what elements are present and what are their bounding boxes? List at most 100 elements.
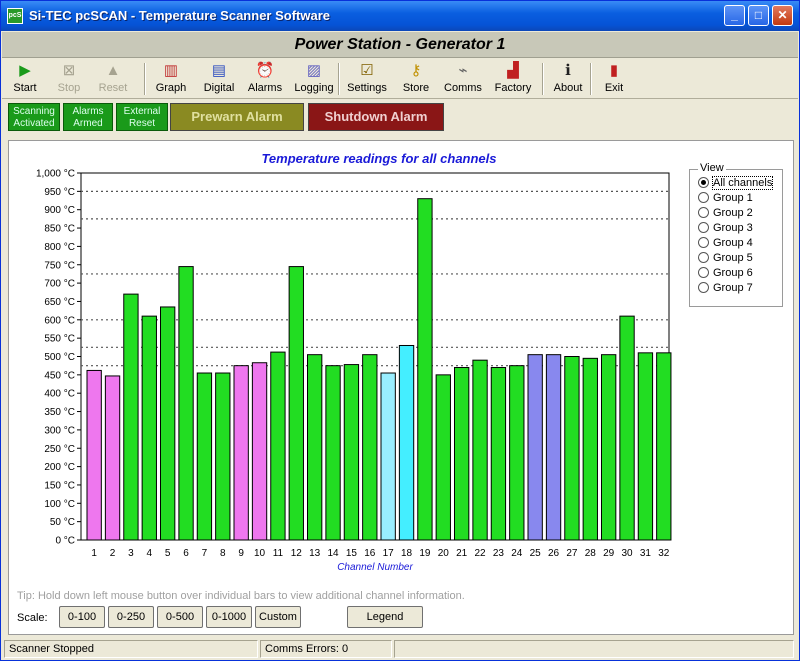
toolbar-label: About: [553, 82, 583, 94]
alarm-clock-icon: ⏰: [255, 62, 275, 79]
toolbar-comms-button[interactable]: ⌁ Comms: [441, 61, 485, 97]
x-tick-label: 4: [147, 548, 153, 559]
radio-button-icon[interactable]: [698, 207, 709, 218]
info-icon: ℹ: [565, 62, 571, 79]
toolbar-about-button[interactable]: ℹ About: [548, 61, 588, 97]
bar-channel-17: [380, 372, 396, 541]
minimize-button[interactable]: _: [724, 5, 745, 26]
bar-channel-29: [601, 354, 617, 541]
x-tick-label: 5: [165, 548, 171, 559]
bar-channel-20: [435, 374, 451, 541]
y-tick-label: 700 °C: [44, 279, 75, 290]
y-tick-label: 350 °C: [44, 407, 75, 418]
chart-title: Temperature readings for all channels: [261, 151, 497, 166]
toolbar-exit-button[interactable]: ▮ Exit: [597, 61, 631, 97]
bar-channel-12: [288, 266, 304, 541]
app-icon[interactable]: pcS: [7, 8, 23, 24]
settings-icon: ☑: [360, 62, 374, 79]
maximize-button[interactable]: □: [748, 5, 769, 26]
toolbar-label: Start: [13, 82, 37, 94]
x-tick-label: 3: [128, 548, 134, 559]
toolbar-label: Store: [402, 82, 430, 94]
external-reset-indicator: External Reset: [116, 103, 168, 131]
view-option-all-channels[interactable]: All channels: [698, 176, 774, 192]
x-tick-label: 25: [530, 548, 542, 559]
toolbar-settings-button[interactable]: ☑ Settings: [344, 61, 390, 97]
radio-button-icon[interactable]: [698, 222, 709, 233]
bar-channel-32: [656, 352, 672, 541]
status-bar: Scanner Stopped Comms Errors: 0: [2, 638, 798, 660]
close-button[interactable]: ✕: [772, 5, 793, 26]
view-option-group-1[interactable]: Group 1: [698, 192, 753, 207]
view-option-group-7[interactable]: Group 7: [698, 282, 753, 297]
radio-button-icon[interactable]: [698, 282, 709, 293]
y-tick-label: 50 °C: [50, 517, 75, 528]
toolbar-label: Graph: [155, 82, 187, 94]
bar-channel-31: [637, 352, 654, 541]
toolbar-store-button[interactable]: ⚷ Store: [398, 61, 434, 97]
x-tick-label: 15: [346, 548, 358, 559]
radio-button-icon[interactable]: [698, 252, 709, 263]
y-tick-label: 300 °C: [44, 425, 75, 436]
prewarn-alarm-indicator: Prewarn Alarm: [170, 103, 304, 131]
x-tick-label: 8: [220, 548, 226, 559]
view-option-label: All channels: [711, 176, 774, 190]
bar-channel-9: [233, 365, 249, 541]
toolbar-separator: [144, 63, 146, 95]
radio-button-icon[interactable]: [698, 267, 709, 278]
toolbar-stop-button[interactable]: ⊠ Stop: [49, 61, 89, 97]
bar-channel-1: [86, 369, 102, 541]
toolbar-factory-button[interactable]: ▟ Factory: [490, 61, 536, 97]
scale-label: Scale:: [17, 612, 48, 624]
bar-channel-25: [527, 354, 543, 541]
toolbar-logging-button[interactable]: ▨ Logging: [291, 61, 337, 97]
legend-button[interactable]: Legend: [347, 606, 423, 628]
bar-channel-4: [141, 315, 157, 541]
graph-icon: ▥: [163, 62, 179, 79]
x-tick-label: 19: [419, 548, 431, 559]
toolbar-alarms-button[interactable]: ⏰ Alarms: [245, 61, 285, 97]
toolbar-graph-button[interactable]: ▥ Graph: [152, 61, 190, 97]
scale-0-500-button[interactable]: 0-500: [157, 606, 203, 628]
bar-channel-6: [178, 266, 194, 541]
x-tick-label: 23: [493, 548, 505, 559]
x-tick-label: 27: [566, 548, 578, 559]
view-option-label: Group 1: [713, 192, 753, 204]
y-tick-label: 800 °C: [44, 242, 75, 253]
x-tick-label: 7: [202, 548, 208, 559]
radio-button-icon[interactable]: [698, 177, 709, 188]
scale-0-250-button[interactable]: 0-250: [108, 606, 154, 628]
bar-channel-10: [251, 362, 268, 541]
reset-icon: ▲: [105, 62, 121, 79]
bar-channel-30: [619, 315, 635, 541]
view-option-group-6[interactable]: Group 6: [698, 267, 753, 282]
toolbar-label: Settings: [347, 82, 387, 94]
x-tick-label: 12: [291, 548, 303, 559]
view-option-group-5[interactable]: Group 5: [698, 252, 753, 267]
temperature-bar-chart: 0 °C 50 °C 100 °C 150 °C 200 °C 250 °C 300 °C 3…: [36, 169, 672, 573]
scale-0-1000-button[interactable]: 0-1000: [206, 606, 252, 628]
bar-channel-23: [490, 367, 507, 541]
view-option-label: Group 5: [713, 252, 753, 264]
toolbar-start-button[interactable]: ▶ Start: [6, 61, 44, 97]
x-axis-label: Channel Number: [337, 562, 413, 573]
radio-button-icon[interactable]: [698, 237, 709, 248]
scale-0-100-button[interactable]: 0-100: [59, 606, 105, 628]
scale-custom-button[interactable]: Custom: [255, 606, 301, 628]
tip-text: Tip: Hold down left mouse button over in…: [17, 590, 465, 602]
view-option-group-3[interactable]: Group 3: [698, 222, 753, 237]
toolbar-digital-button[interactable]: ▤ Digital: [198, 61, 240, 97]
view-option-label: Group 3: [713, 222, 753, 234]
bar-channel-16: [362, 354, 378, 541]
y-tick-label: 650 °C: [44, 297, 75, 308]
view-group: View All channels Group 1 Group 2 Group 3 Gr…: [689, 162, 783, 307]
radio-button-icon[interactable]: [698, 192, 709, 203]
view-option-group-2[interactable]: Group 2: [698, 207, 753, 222]
bar-channel-5: [160, 306, 176, 541]
y-tick-label: 250 °C: [44, 444, 75, 455]
title-bar[interactable]: pcS Si-TEC pcSCAN - Temperature Scanner …: [1, 1, 799, 31]
y-tick-label: 0 °C: [55, 536, 75, 547]
view-option-group-4[interactable]: Group 4: [698, 237, 753, 252]
x-tick-label: 21: [456, 548, 468, 559]
toolbar-reset-button[interactable]: ▲ Reset: [94, 61, 132, 97]
